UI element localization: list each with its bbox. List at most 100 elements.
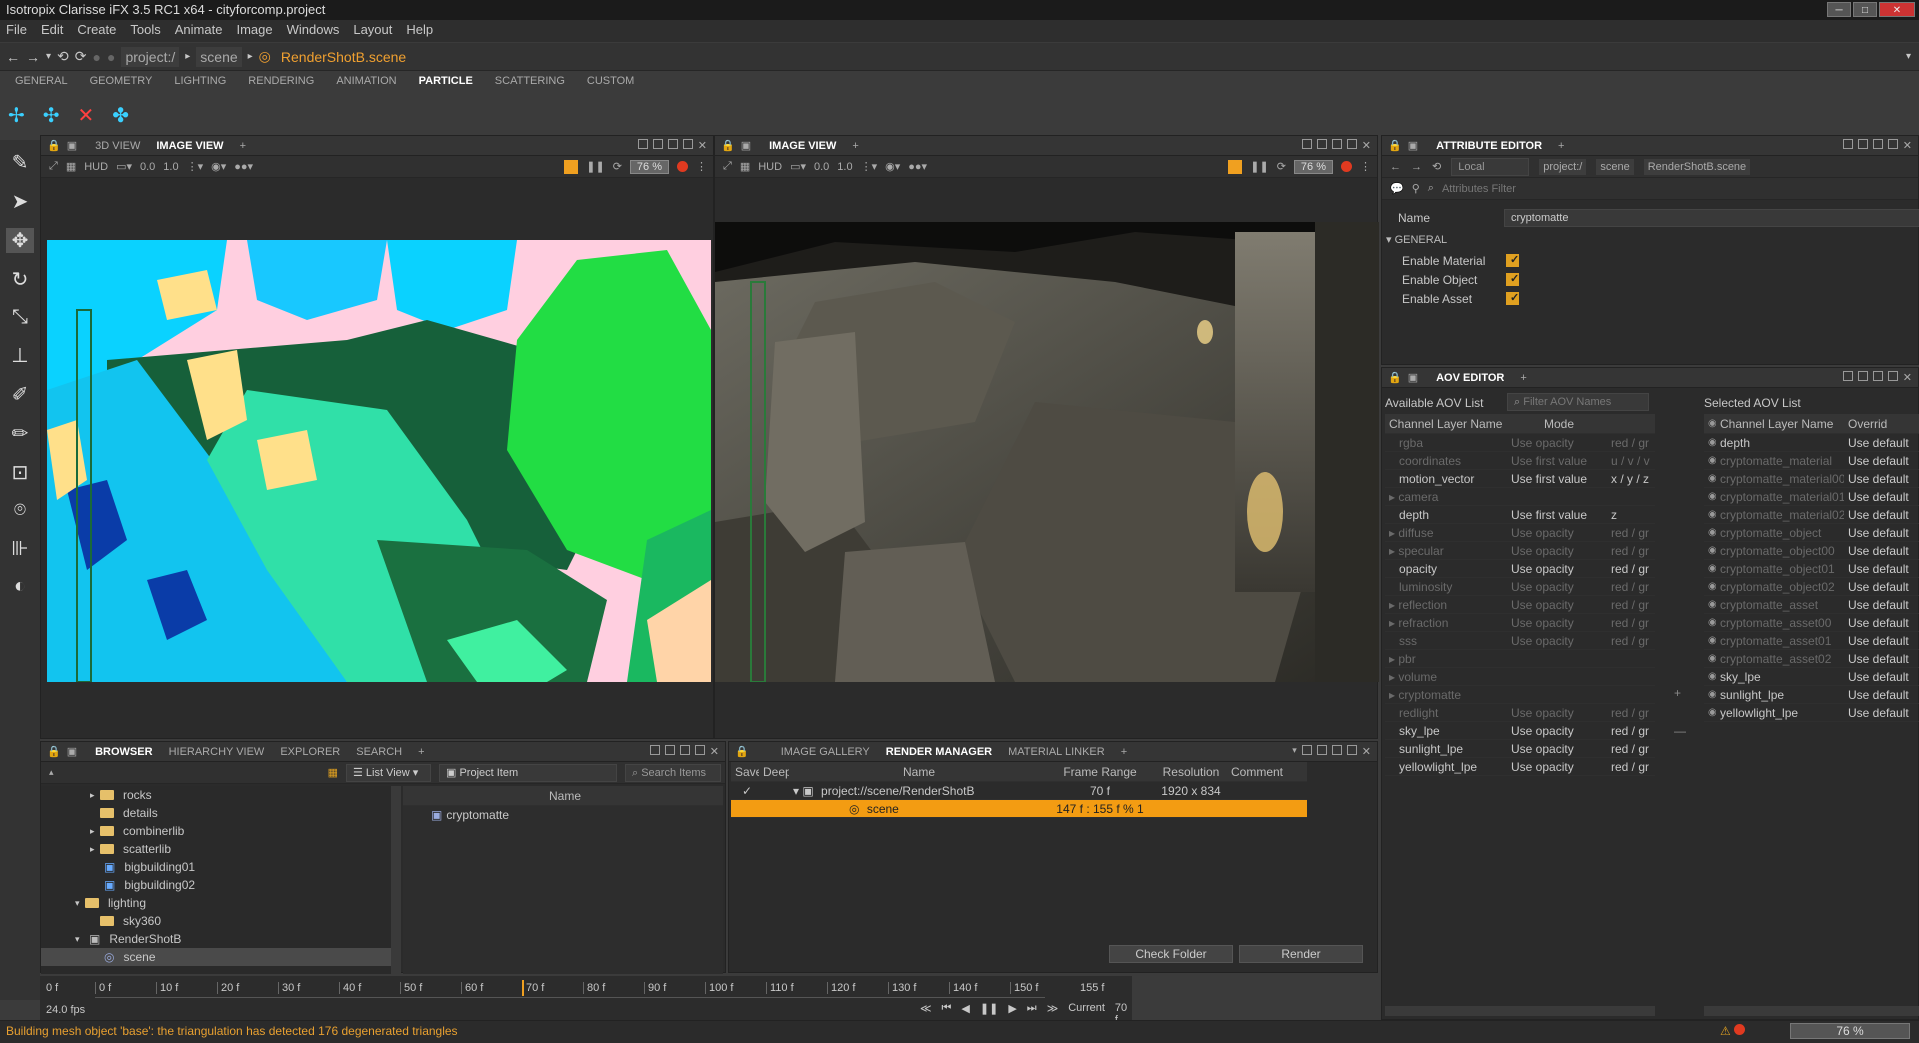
shelf-tab-general[interactable]: GENERAL — [15, 75, 68, 95]
comment-icon[interactable]: 💬 — [1390, 182, 1404, 195]
table-row[interactable]: ✓ ▾ ▣ project://scene/RenderShotB 70 f 1… — [731, 782, 1307, 800]
aov-row[interactable]: ▸ reflection Use opacity red / gr — [1385, 596, 1655, 614]
tab-image-gallery[interactable]: IMAGE GALLERY — [781, 746, 870, 758]
aov-override[interactable]: Use default — [1844, 544, 1914, 558]
channels-icon[interactable]: ●●▾ — [234, 160, 253, 173]
error-icon[interactable] — [1734, 1024, 1746, 1035]
menu-file[interactable]: File — [6, 22, 27, 40]
tab-explorer[interactable]: EXPLORER — [280, 746, 340, 758]
minimize-button[interactable]: ─ — [1827, 2, 1851, 17]
col-channel-layer-name[interactable]: Channel Layer Name — [1385, 417, 1507, 431]
enable-material-checkbox[interactable]: ✓ — [1506, 254, 1519, 267]
info-icon[interactable]: ● — [107, 49, 115, 65]
filter-type-dropdown[interactable]: ▣ Project Item — [439, 763, 617, 782]
aov-row[interactable]: opacity Use opacity red / gr — [1385, 560, 1655, 578]
selected-aov-row[interactable]: ◉ cryptomatte_asset00 Use default — [1704, 614, 1919, 632]
aov-row[interactable]: ▸ refraction Use opacity red / gr — [1385, 614, 1655, 632]
add-tab-icon[interactable]: + — [1121, 746, 1127, 758]
eye-icon[interactable]: ◉ — [1704, 671, 1716, 682]
pause-icon[interactable]: ❚❚ — [586, 160, 604, 173]
breadcrumb-scene[interactable]: scene — [1596, 158, 1634, 175]
menu-edit[interactable]: Edit — [41, 22, 63, 40]
color-picker-icon[interactable]: ◐ — [14, 575, 26, 598]
col-resolution[interactable]: Resolution — [1151, 765, 1227, 779]
timeline-track[interactable]: 0 f 10 f 20 f 30 f 40 f 50 f 60 f 70 f 80 f 90 f 1… — [95, 978, 1045, 998]
tree-item[interactable]: ▣ bigbuilding02 — [41, 876, 391, 894]
general-group-header[interactable]: ▾ GENERAL — [1386, 233, 1447, 246]
close-panel-icon[interactable]: ✕ — [1362, 745, 1371, 758]
selected-aov-row[interactable]: ◉ cryptomatte_object00 Use default — [1704, 542, 1919, 560]
aov-row[interactable]: rgba Use opacity red / gr — [1385, 434, 1655, 452]
search-items-input[interactable]: ⌕ Search Items — [625, 763, 721, 782]
aov-mode[interactable]: Use opacity — [1507, 616, 1607, 630]
eye-icon[interactable]: ◉ — [1704, 689, 1716, 700]
lock-icon[interactable]: 🔒 — [1388, 371, 1402, 384]
checker-icon[interactable]: ▦ — [66, 160, 76, 173]
gamma-value[interactable]: 1.0 — [163, 161, 178, 173]
aov-row[interactable]: redlight Use opacity red / gr — [1385, 704, 1655, 722]
col-deep[interactable]: Deep — [759, 765, 789, 779]
pin-icon[interactable]: ⚲ — [1412, 182, 1420, 195]
add-aov-button[interactable]: + — [1674, 686, 1681, 700]
forward-arrow-icon[interactable]: → — [1411, 161, 1422, 173]
aov-override[interactable]: Use default — [1844, 562, 1914, 576]
hud-toggle[interactable]: HUD — [84, 161, 108, 173]
shelf-tab-particle[interactable]: PARTICLE — [419, 75, 473, 95]
tab-image-view[interactable]: IMAGE VIEW — [156, 140, 223, 152]
menu-tools[interactable]: Tools — [130, 22, 160, 40]
selected-aov-row[interactable]: ◉ cryptomatte_object01 Use default — [1704, 560, 1919, 578]
selected-aov-row[interactable]: ◉ cryptomatte_asset Use default — [1704, 596, 1919, 614]
aov-row[interactable]: sunlight_lpe Use opacity red / gr — [1385, 740, 1655, 758]
tab-search[interactable]: SEARCH — [356, 746, 402, 758]
close-panel-icon[interactable]: ✕ — [710, 745, 719, 758]
aov-mode[interactable]: Use first value — [1507, 508, 1607, 522]
col-override[interactable]: Overrid — [1844, 417, 1914, 431]
aov-row[interactable]: coordinates Use first value u / v / v — [1385, 452, 1655, 470]
col-save[interactable]: Save — [731, 765, 759, 779]
channels-icon[interactable]: ●●▾ — [908, 160, 927, 173]
selected-aov-row[interactable]: ◉ cryptomatte_material02 Use default — [1704, 506, 1919, 524]
aov-row[interactable]: ▸ camera — [1385, 488, 1655, 506]
camera-tool-icon[interactable]: ⌾ — [14, 499, 26, 522]
eye-icon[interactable]: ◉ — [1704, 491, 1716, 502]
menu-image[interactable]: Image — [236, 22, 272, 40]
expand-arrow-icon[interactable]: ▾ — [71, 934, 85, 945]
refresh-render-icon[interactable]: ⟳ — [1277, 160, 1286, 173]
collapse-icon[interactable]: ▴ — [49, 767, 54, 778]
menu-create[interactable]: Create — [77, 22, 116, 40]
eye-icon[interactable]: ◉ — [1704, 545, 1716, 556]
col-name[interactable]: Name — [403, 789, 723, 803]
zoom-field[interactable]: 76 % — [629, 159, 669, 174]
aov-mode[interactable]: Use opacity — [1507, 724, 1607, 738]
eye-icon[interactable]: ◉ — [1704, 563, 1716, 574]
status-zoom[interactable]: 76 % — [1790, 1023, 1910, 1039]
eye-icon[interactable]: ◉ — [1704, 707, 1716, 718]
aov-override[interactable]: Use default — [1844, 706, 1914, 720]
tree-item[interactable]: ▾ ▣ RenderShotB — [41, 930, 391, 948]
stamp-tool-icon[interactable]: ⊥ — [11, 343, 28, 368]
aov-mode[interactable]: Use first value — [1507, 472, 1607, 486]
expand-arrow-icon[interactable]: ▸ — [86, 790, 100, 801]
picker-tool-icon[interactable]: ✎ — [12, 150, 29, 175]
refresh-icon[interactable]: ⟲ — [57, 48, 69, 65]
filter-icon[interactable]: ▦ — [328, 766, 338, 779]
more-icon[interactable]: ⋮ — [696, 160, 707, 173]
paint-tool-icon[interactable]: ✐ — [12, 382, 29, 407]
aov-row[interactable]: sss Use opacity red / gr — [1385, 632, 1655, 650]
shelf-tab-custom[interactable]: CUSTOM — [587, 75, 634, 95]
selected-aov-row[interactable]: ◉ yellowlight_lpe Use default — [1704, 704, 1919, 722]
col-channel-layer-name[interactable]: Channel Layer Name — [1716, 417, 1844, 431]
aov-row[interactable]: luminosity Use opacity red / gr — [1385, 578, 1655, 596]
filter-aov-input[interactable]: ⌕ Filter AOV Names — [1507, 393, 1649, 411]
move-tool-icon[interactable]: ✥ — [5, 228, 35, 253]
aov-mode[interactable]: Use opacity — [1507, 760, 1607, 774]
lock-icon[interactable]: ● — [93, 49, 101, 65]
add-tab-icon[interactable]: + — [852, 140, 858, 152]
selected-aov-row[interactable]: ◉ cryptomatte_material Use default — [1704, 452, 1919, 470]
close-panel-icon[interactable]: ✕ — [1903, 139, 1912, 152]
col-mode[interactable]: Mode — [1507, 417, 1607, 431]
tree-item[interactable]: ◎ scene — [41, 948, 391, 966]
tab-material-linker[interactable]: MATERIAL LINKER — [1008, 746, 1105, 758]
selected-aov-row[interactable]: ◉ sky_lpe Use default — [1704, 668, 1919, 686]
menu-animate[interactable]: Animate — [175, 22, 223, 40]
